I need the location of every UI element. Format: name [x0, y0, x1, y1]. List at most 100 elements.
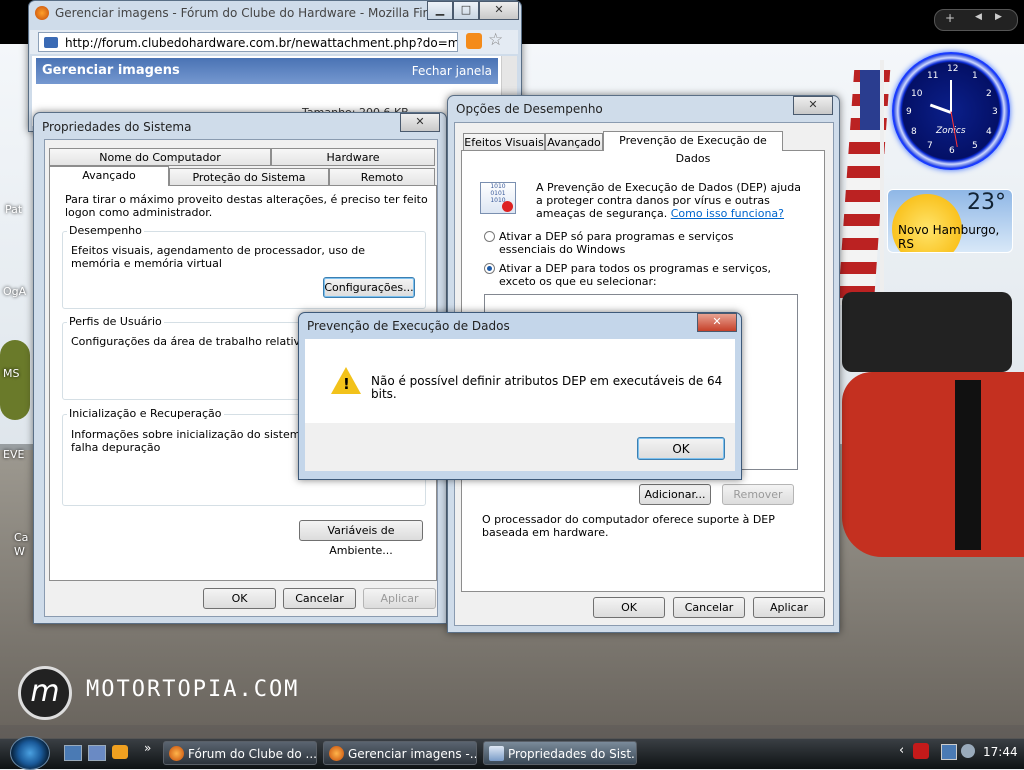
clock-number: 7: [927, 141, 933, 151]
taskbar-button-gerenciar[interactable]: Gerenciar imagens -...: [323, 741, 477, 765]
environment-variables-button[interactable]: Variáveis de Ambiente...: [299, 520, 423, 557]
sidebar-controls: + ◀ ▶: [934, 9, 1018, 31]
dialog-button-area: OK: [305, 423, 735, 471]
taskbar-button-propriedades[interactable]: Propriedades do Sist...: [483, 741, 637, 765]
ok-button[interactable]: OK: [203, 588, 276, 609]
radio-dep-all-label[interactable]: Ativar a DEP para todos os programas e s…: [499, 262, 799, 288]
startup-recovery-text: Informações sobre inicialização do siste…: [71, 428, 311, 454]
clock-number: 1: [972, 71, 978, 81]
tab-remoto[interactable]: Remoto: [329, 168, 435, 186]
performance-label: Desempenho: [67, 224, 144, 237]
clock-number: 6: [949, 146, 955, 156]
switch-windows-icon[interactable]: [88, 745, 106, 761]
apply-button[interactable]: Aplicar: [753, 597, 825, 618]
remove-button[interactable]: Remover: [722, 484, 794, 505]
network-icon[interactable]: [941, 744, 957, 760]
clock-number: 3: [992, 107, 998, 117]
sidebar-prev-button[interactable]: ◀: [975, 12, 982, 22]
weather-gadget[interactable]: 23° Novo Hamburgo, RS: [887, 189, 1013, 253]
cancel-button[interactable]: Cancelar: [673, 597, 745, 618]
radio-dep-essential[interactable]: [484, 231, 495, 242]
firefox-icon: [329, 746, 344, 761]
clock-number: 12: [947, 64, 959, 74]
how-it-works-link[interactable]: Como isso funciona?: [671, 207, 784, 220]
radio-dep-all[interactable]: [484, 263, 495, 274]
close-button[interactable]: ✕: [697, 313, 737, 332]
desktop-icon-label[interactable]: OgA: [3, 285, 26, 298]
site-icon: [44, 37, 58, 48]
tab-avancado[interactable]: Avançado: [545, 133, 603, 151]
url-bar[interactable]: http://forum.clubedohardware.com.br/newa…: [38, 32, 458, 52]
wallpaper-flag-canton: [860, 70, 882, 130]
warning-icon-mark: !: [343, 375, 350, 393]
close-button[interactable]: ✕: [400, 113, 440, 132]
volume-icon[interactable]: [961, 744, 975, 758]
firefox-icon: [35, 6, 49, 20]
desktop-icon-label[interactable]: MS: [3, 367, 19, 380]
page-header: Gerenciar imagens Fechar janela: [36, 58, 498, 84]
tab-nome-computador[interactable]: Nome do Computador: [49, 148, 271, 166]
tab-avancado[interactable]: Avançado: [49, 166, 169, 186]
firefox-icon: [169, 746, 184, 761]
close-window-link[interactable]: Fechar janela: [412, 64, 492, 78]
clock-gadget[interactable]: 12 1 2 3 4 5 6 7 8 9 10 11 Zonics: [892, 52, 1010, 170]
tab-efeitos-visuais[interactable]: Efeitos Visuais: [463, 133, 545, 151]
ok-button[interactable]: OK: [637, 437, 725, 460]
ok-button[interactable]: OK: [593, 597, 665, 618]
wallpaper-tree: [0, 340, 30, 420]
sidebar-next-button[interactable]: ▶: [995, 12, 1002, 22]
sidebar-add-button[interactable]: +: [945, 11, 955, 25]
dep-description: A Prevenção de Execução de Dados (DEP) a…: [536, 181, 806, 220]
tab-hardware[interactable]: Hardware: [271, 148, 435, 166]
clock-number: 5: [972, 141, 978, 151]
motortopia-logo: m: [18, 666, 72, 720]
startup-recovery-label: Inicialização e Recuperação: [67, 407, 224, 420]
clock-brand: Zonics: [936, 126, 966, 136]
window-title: Opções de Desempenho: [456, 102, 603, 116]
firefox-title: Gerenciar imagens - Fórum do Clube do Ha…: [55, 6, 453, 20]
media-player-icon[interactable]: [112, 745, 128, 759]
dialog-title: Prevenção de Execução de Dados: [307, 319, 510, 333]
wallpaper-truck: [842, 292, 1012, 372]
close-button[interactable]: ✕: [479, 1, 519, 20]
antivirus-icon[interactable]: [913, 743, 929, 759]
start-button[interactable]: [10, 736, 50, 770]
taskbar-button-forum[interactable]: Fórum do Clube do ...: [163, 741, 317, 765]
settings-button[interactable]: Configurações...: [323, 277, 415, 298]
firefox-navbar: http://forum.clubedohardware.com.br/newa…: [30, 30, 518, 54]
radio-dep-essential-label[interactable]: Ativar a DEP só para programas e serviço…: [499, 230, 789, 256]
maximize-button[interactable]: □: [453, 1, 479, 20]
taskbar-button-label: Gerenciar imagens -...: [348, 747, 477, 761]
close-button[interactable]: ✕: [793, 96, 833, 115]
system-properties-icon: [489, 746, 504, 761]
apply-button[interactable]: Aplicar: [363, 588, 436, 609]
quicklaunch-chevron[interactable]: »: [144, 741, 151, 755]
dep-error-dialog: Prevenção de Execução de Dados ✕ ! Não é…: [298, 312, 742, 480]
weather-temperature: 23°: [967, 190, 1006, 215]
desktop-icon-label[interactable]: Ca: [14, 531, 28, 544]
tab-dep[interactable]: Prevenção de Execução de Dados: [603, 131, 783, 165]
cancel-button[interactable]: Cancelar: [283, 588, 356, 609]
taskbar-clock[interactable]: 17:44: [983, 745, 1018, 759]
wallpaper-flagpole: [880, 60, 884, 310]
clock-number: 8: [911, 127, 917, 137]
tray-expand-icon[interactable]: ‹: [899, 743, 904, 758]
bookmark-star-icon[interactable]: ☆: [488, 30, 503, 50]
taskbar-button-label: Fórum do Clube do ...: [188, 747, 317, 761]
window-title: Propriedades do Sistema: [42, 120, 192, 134]
rss-icon[interactable]: [466, 33, 482, 49]
wallpaper-car-stripe: [955, 380, 981, 550]
tab-protecao-sistema[interactable]: Proteção do Sistema: [169, 168, 329, 186]
taskbar-button-label: Propriedades do Sist...: [508, 747, 637, 761]
minimize-button[interactable]: ▁: [427, 1, 453, 20]
admin-notice: Para tirar o máximo proveito destas alte…: [65, 193, 428, 219]
dep-block-icon: [502, 201, 513, 212]
desktop-icon-label[interactable]: W: [14, 545, 25, 558]
desktop-icon-label[interactable]: Pat: [5, 203, 22, 216]
user-profiles-label: Perfis de Usuário: [67, 315, 164, 328]
show-desktop-icon[interactable]: [64, 745, 82, 761]
clock-number: 11: [927, 71, 939, 81]
desktop-icon-label[interactable]: EVE: [3, 448, 24, 461]
add-button[interactable]: Adicionar...: [639, 484, 711, 505]
motortopia-text: MOTORTOPIA.COM: [86, 677, 300, 702]
